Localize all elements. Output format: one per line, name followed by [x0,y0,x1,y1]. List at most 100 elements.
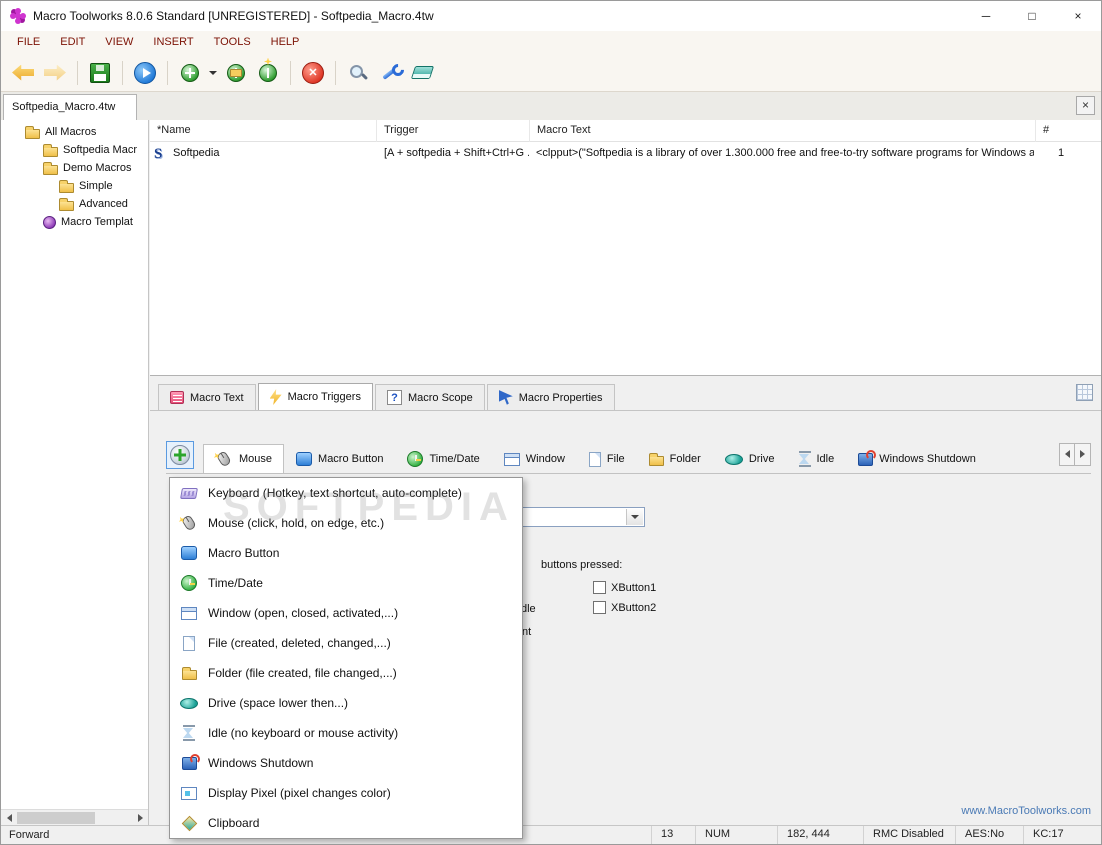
new-macro-dropdown-button[interactable] [206,58,220,88]
tab-macro-text[interactable]: Macro Text [158,384,256,410]
tools-button[interactable] [375,58,405,88]
right-arrow-icon [1080,450,1085,458]
menu-edit[interactable]: EDIT [50,31,95,54]
window-icon [170,606,208,620]
back-button[interactable] [8,58,38,88]
menu-item-windows-shutdown[interactable]: Windows Shutdown [170,748,522,778]
menu-item-keyboard[interactable]: Keyboard (Hotkey, text shortcut, auto-co… [170,478,522,508]
clear-button[interactable] [407,58,437,88]
macrotoolworks-link[interactable]: www.MacroToolworks.com [961,805,1091,817]
stop-button[interactable] [298,58,328,88]
clock-icon [170,575,208,591]
new-group-button[interactable] [253,58,283,88]
scroll-right-button[interactable] [132,810,148,826]
toolbar-separator [122,60,123,85]
close-button[interactable]: × [1055,1,1101,31]
save-button[interactable] [85,58,115,88]
trigger-tab-window[interactable]: Window [492,444,577,473]
menu-file[interactable]: FILE [7,31,50,54]
tab-label: Macro Properties [518,391,603,404]
menu-item-file[interactable]: File (created, deleted, changed,...) [170,628,522,658]
menu-item-display-pixel[interactable]: Display Pixel (pixel changes color) [170,778,522,808]
find-button[interactable] [343,58,373,88]
menu-item-folder[interactable]: Folder (file created, file changed,...) [170,658,522,688]
scroll-tabs-left-button[interactable] [1059,442,1075,466]
macro-trigger-cell: [A + softpedia + Shift+Ctrl+G ... [384,147,529,159]
minimize-button[interactable]: ─ [963,1,1009,31]
tab-macro-properties[interactable]: Macro Properties [486,384,615,410]
macro-template-icon [43,215,56,229]
add-trigger-button[interactable] [166,440,194,469]
menu-item-window[interactable]: Window (open, closed, activated,...) [170,598,522,628]
new-macro-in-group-button[interactable] [221,58,251,88]
trigger-tab-idle[interactable]: Idle [787,444,847,473]
scroll-left-button[interactable] [1,810,17,826]
maximize-button[interactable]: □ [1009,1,1055,31]
file-icon [170,635,208,651]
checkbox-label: XButton1 [611,581,657,594]
checkbox-xbutton2[interactable] [593,601,606,614]
macro-name: Softpedia [173,147,220,159]
tab-macro-scope[interactable]: Macro Scope [374,384,485,410]
tab-macro-triggers[interactable]: Macro Triggers [257,383,373,410]
chevron-down-icon [631,515,639,519]
forward-button[interactable] [40,58,70,88]
run-icon [134,61,156,84]
tree-item-simple[interactable]: Simple [1,177,148,195]
menu-view[interactable]: VIEW [95,31,143,54]
trigger-tab-folder[interactable]: Folder [637,444,713,473]
trigger-tab-mouse[interactable]: Mouse [203,444,285,473]
trigger-tab-label: Macro Button [318,453,384,465]
tree-horizontal-scrollbar[interactable] [1,809,148,825]
checkbox-label: XButton2 [611,601,657,614]
macro-button-icon [170,546,208,560]
softpedia-icon [154,144,168,164]
add-trigger-menu: Keyboard (Hotkey, text shortcut, auto-co… [169,477,523,839]
menu-tools[interactable]: TOOLS [204,31,261,54]
trigger-tab-drive[interactable]: Drive [713,444,787,473]
menu-item-label: Folder (file created, file changed,...) [208,666,397,680]
menu-item-label: Clipboard [208,816,260,830]
menu-item-mouse[interactable]: Mouse (click, hold, on edge, etc.) [170,508,522,538]
trigger-type-bar: Mouse Macro Button Time/Date Window File… [166,439,1091,474]
menu-item-macro-button[interactable]: Macro Button [170,538,522,568]
menu-item-time-date[interactable]: Time/Date [170,568,522,598]
column-header-macro-text[interactable]: Macro Text [530,120,1036,142]
checkbox-xbutton1[interactable] [593,581,606,594]
tree-item-label: Macro Templat [61,216,133,228]
tree-item-all-macros[interactable]: All Macros [1,123,148,141]
menu-insert[interactable]: INSERT [143,31,203,54]
trigger-tab-windows-shutdown[interactable]: Windows Shutdown [846,444,988,473]
column-header-number[interactable]: # [1036,120,1101,142]
menu-item-clipboard[interactable]: Clipboard [170,808,522,838]
tree-item-macro-templates[interactable]: Macro Templat [1,213,148,231]
list-header: *Name Trigger Macro Text # [150,120,1101,142]
file-tab[interactable]: Softpedia_Macro.4tw [3,94,137,120]
folder-icon [170,666,208,680]
dropdown-arrow-box[interactable] [626,509,643,525]
tab-close-button[interactable]: × [1076,96,1095,115]
new-macro-button[interactable] [175,58,205,88]
panel-layout-button[interactable] [1076,384,1093,401]
menu-item-drive[interactable]: Drive (space lower then...) [170,688,522,718]
scrollbar-thumb[interactable] [17,811,95,824]
run-macro-button[interactable] [130,58,160,88]
display-pixel-icon [170,786,208,800]
covered-label-fragment-2: nt [522,626,532,638]
title-bar: Macro Toolworks 8.0.6 Standard [UNREGIST… [1,1,1101,31]
mouse-icon [170,514,208,532]
column-header-name[interactable]: *Name [150,120,377,142]
menu-item-idle[interactable]: Idle (no keyboard or mouse activity) [170,718,522,748]
tree-item-advanced[interactable]: Advanced [1,195,148,213]
menu-item-label: Drive (space lower then...) [208,696,349,710]
trigger-tab-macro-button[interactable]: Macro Button [284,444,395,473]
trigger-tab-time-date[interactable]: Time/Date [395,444,491,473]
tree-item-softpedia-macros[interactable]: Softpedia Macr [1,141,148,159]
tree-item-demo-macros[interactable]: Demo Macros [1,159,148,177]
trigger-tab-file[interactable]: File [577,444,637,473]
scroll-tabs-right-button[interactable] [1075,442,1091,466]
table-row[interactable]: Softpedia [A + softpedia + Shift+Ctrl+G … [150,143,1101,164]
column-header-trigger[interactable]: Trigger [377,120,530,142]
app-window: Macro Toolworks 8.0.6 Standard [UNREGIST… [0,0,1102,845]
menu-help[interactable]: HELP [261,31,310,54]
